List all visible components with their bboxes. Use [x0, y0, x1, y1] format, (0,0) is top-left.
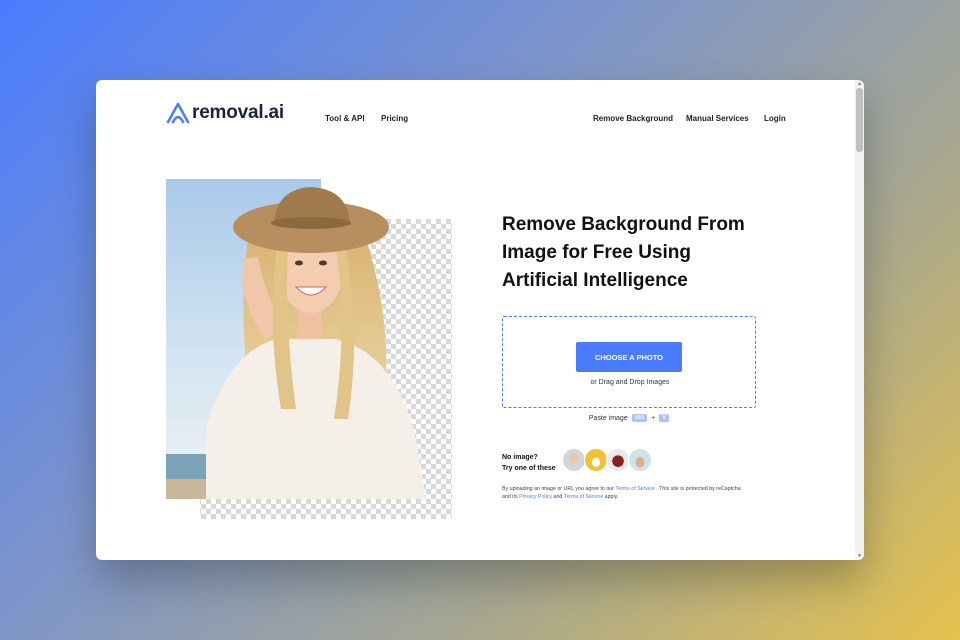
- sample-dog-thumb[interactable]: [628, 448, 652, 472]
- sample-person-thumb[interactable]: [562, 448, 586, 472]
- top-nav: removal.ai Tool & API Pricing Remove Bac…: [96, 80, 855, 150]
- paste-hint: Paste image ctrl + V: [502, 414, 756, 422]
- sample-prompt-line-1: No image?: [502, 454, 538, 461]
- logo-icon: [166, 102, 190, 124]
- nav-login[interactable]: Login: [764, 114, 786, 123]
- terms-notice: By uploading an image or URL you agree t…: [502, 485, 742, 501]
- headline-line-2: Image for Free Using: [502, 242, 691, 263]
- headline-line-3: Artificial Intelligence: [502, 270, 688, 291]
- scroll-thumb[interactable]: [856, 88, 863, 152]
- browser-window: removal.ai Tool & API Pricing Remove Bac…: [96, 80, 864, 560]
- terms-link-2[interactable]: Terms of Service: [564, 494, 603, 500]
- scrollbar[interactable]: ▲ ▼: [855, 80, 864, 560]
- terms-text-3: and: [552, 494, 564, 500]
- nav-remove-background[interactable]: Remove Background: [593, 114, 673, 123]
- privacy-link[interactable]: Privacy Policy: [519, 494, 552, 500]
- nav-pricing[interactable]: Pricing: [381, 114, 408, 123]
- plus-sign: +: [651, 414, 656, 422]
- terms-text-4: apply.: [603, 494, 619, 500]
- drag-drop-hint: or Drag and Drop Images: [590, 379, 670, 386]
- sample-car-thumb[interactable]: [584, 448, 608, 472]
- scroll-down-icon[interactable]: ▼: [855, 552, 864, 560]
- brand-name: removal.ai: [192, 102, 284, 123]
- v-key: V: [659, 414, 670, 422]
- terms-text-1: By uploading an image or URL you agree t…: [502, 486, 616, 492]
- hero-image: [166, 179, 452, 519]
- ctrl-key: ctrl: [631, 414, 648, 422]
- sample-prompt: No image? Try one of these: [502, 452, 556, 474]
- hero-headline: Remove Background From Image for Free Us…: [502, 211, 782, 295]
- choose-photo-button[interactable]: CHOOSE A PHOTO: [576, 342, 682, 372]
- upload-dropzone[interactable]: CHOOSE A PHOTO or Drag and Drop Images: [502, 316, 756, 408]
- headline-line-1: Remove Background From: [502, 214, 745, 235]
- nav-manual-services[interactable]: Manual Services: [686, 114, 749, 123]
- terms-link-1[interactable]: Terms of Service: [615, 486, 654, 492]
- sample-bag-thumb[interactable]: [606, 448, 630, 472]
- logo[interactable]: removal.ai: [166, 102, 284, 124]
- scroll-up-icon[interactable]: ▲: [855, 80, 864, 88]
- paste-label: Paste image: [588, 414, 628, 422]
- sample-prompt-line-2: Try one of these: [502, 465, 556, 472]
- nav-tool-api[interactable]: Tool & API: [325, 114, 365, 123]
